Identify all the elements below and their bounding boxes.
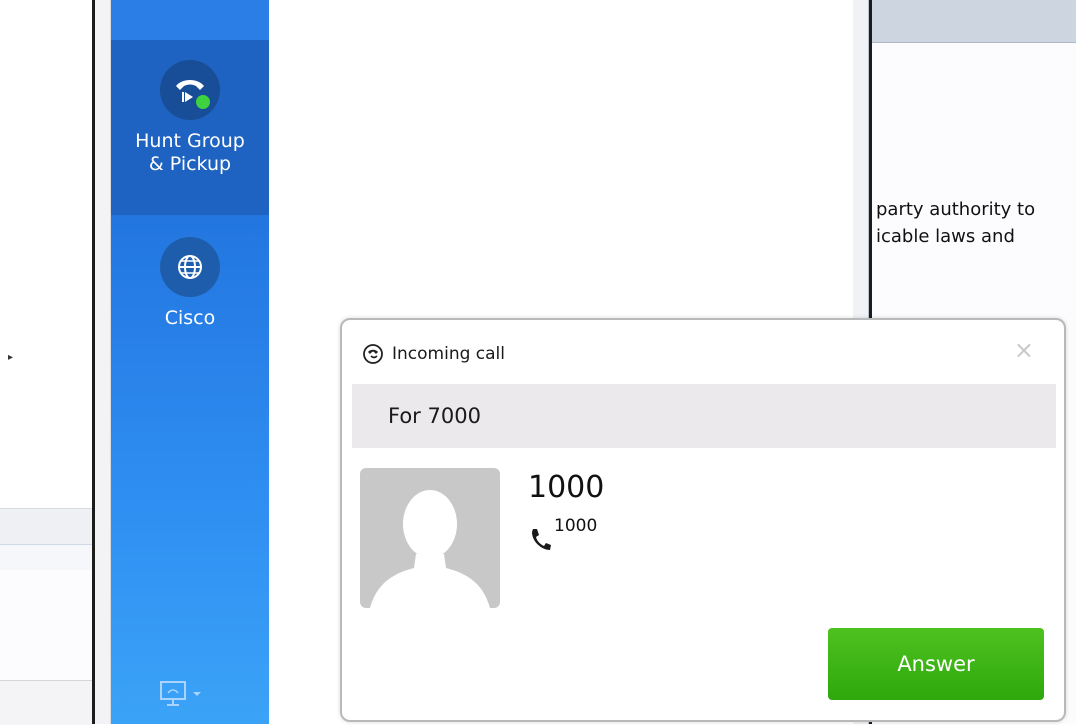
caller-number: 1000 xyxy=(554,516,598,536)
close-icon[interactable]: × xyxy=(1014,336,1034,364)
window-edge xyxy=(95,0,111,724)
incoming-call-popup: Incoming call × For 7000 1000 1000 Answe… xyxy=(340,318,1066,722)
target-line-bar: For 7000 xyxy=(352,384,1056,448)
target-line-text: For 7000 xyxy=(388,404,481,428)
user-silhouette-icon xyxy=(370,490,490,608)
sidebar-item-label: & Pickup xyxy=(148,153,232,175)
popup-title: Incoming call xyxy=(392,344,505,364)
sidebar-item-hunt-group[interactable]: Hunt Group & Pickup xyxy=(111,40,269,215)
avatar xyxy=(360,468,500,608)
monitor-icon[interactable] xyxy=(159,680,209,710)
globe-icon xyxy=(160,237,220,297)
caller-number-row: 1000 xyxy=(528,516,597,554)
caller-name: 1000 xyxy=(528,470,605,505)
left-header-band xyxy=(0,544,92,572)
sidebar-item-label: Hunt Group xyxy=(135,130,245,152)
expand-arrow-icon[interactable]: ▸ xyxy=(8,352,13,363)
app-logo-icon xyxy=(363,344,383,364)
sidebar-item-cisco[interactable]: Cisco xyxy=(111,222,269,362)
phone-icon xyxy=(532,529,551,550)
presence-dot-icon xyxy=(194,93,212,111)
hunt-group-icon xyxy=(160,60,220,120)
popup-header: Incoming call xyxy=(362,340,505,368)
left-content-area xyxy=(0,570,92,680)
document-text: party authority to icable laws and xyxy=(876,199,1036,247)
sidebar-item-label: Cisco xyxy=(164,307,216,329)
left-status-band xyxy=(0,680,92,725)
background-app-left: ▸ xyxy=(0,0,92,725)
left-toolbar-band xyxy=(0,508,92,545)
sidebar-top-strip xyxy=(111,0,269,40)
answer-button[interactable]: Answer xyxy=(828,628,1044,700)
document-title-bar xyxy=(872,0,1076,43)
sidebar: Hunt Group & Pickup Cisco xyxy=(111,0,269,724)
